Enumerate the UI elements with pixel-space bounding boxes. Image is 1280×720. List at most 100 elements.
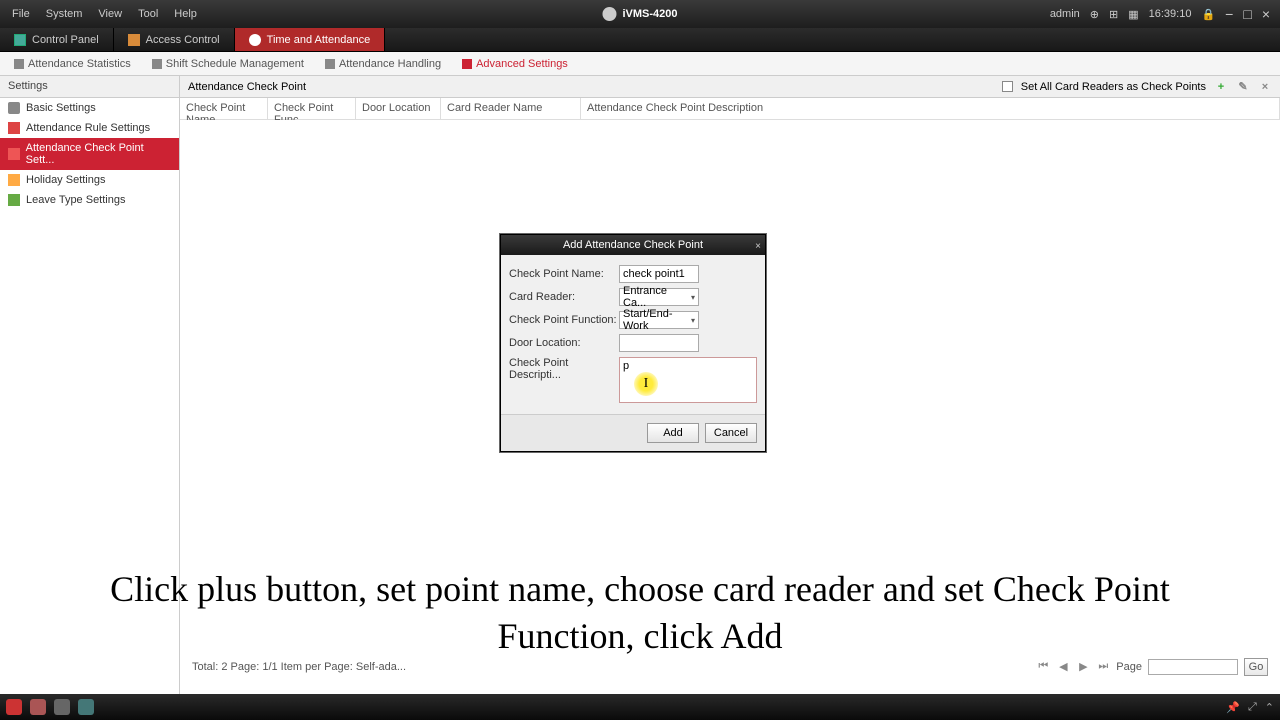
menu-file[interactable]: File [4, 4, 38, 24]
go-button[interactable]: Go [1244, 658, 1268, 676]
tab-access-control[interactable]: Access Control [114, 28, 235, 51]
first-page-button[interactable]: ⏮ [1036, 660, 1050, 674]
grid-icon [14, 34, 26, 46]
schedule-icon [152, 59, 162, 69]
menu-view[interactable]: View [90, 4, 130, 24]
taskbar-icon-3[interactable] [54, 699, 70, 715]
door-location-input[interactable] [619, 334, 699, 352]
add-checkpoint-dialog: Add Attendance Check Point × Check Point… [500, 234, 766, 452]
sub-tabs: Attendance Statistics Shift Schedule Man… [0, 52, 1280, 76]
delete-button[interactable]: × [1258, 80, 1272, 94]
menubar: File System View Tool Help iVMS-4200 adm… [0, 0, 1280, 28]
subtab-attendance-statistics[interactable]: Attendance Statistics [4, 52, 142, 75]
close-button[interactable]: × [1260, 6, 1272, 22]
panel-title: Attendance Check Point [188, 81, 1002, 93]
screen-icon[interactable]: ▦ [1126, 8, 1140, 21]
subtab-label: Attendance Handling [339, 58, 441, 70]
sidebar-item-checkpoint[interactable]: Attendance Check Point Sett... [0, 138, 179, 170]
subtab-label: Advanced Settings [476, 58, 568, 70]
pin-icon[interactable]: 📌 [1226, 701, 1240, 714]
sidebar-item-label: Basic Settings [26, 102, 96, 114]
page-input[interactable] [1148, 659, 1238, 675]
edit-button[interactable]: ✎ [1236, 80, 1250, 94]
sidebar-item-label: Attendance Check Point Sett... [26, 142, 171, 166]
main-tabs: Control Panel Access Control Time and At… [0, 28, 1280, 52]
chevron-down-icon: ▾ [691, 293, 695, 302]
sidebar-item-rule[interactable]: Attendance Rule Settings [0, 118, 179, 138]
prev-page-button[interactable]: ◀ [1056, 660, 1070, 674]
taskbar-icon-1[interactable] [6, 699, 22, 715]
door-label: Door Location: [509, 337, 619, 349]
add-button[interactable]: + [1214, 80, 1228, 94]
func-label: Check Point Function: [509, 314, 619, 326]
panel-tools: Set All Card Readers as Check Points + ✎… [1002, 80, 1272, 94]
dialog-body: Check Point Name: Card Reader:Entrance C… [501, 255, 765, 414]
menu-system[interactable]: System [38, 4, 91, 24]
cancel-button[interactable]: Cancel [705, 423, 757, 443]
subtab-shift-schedule[interactable]: Shift Schedule Management [142, 52, 315, 75]
menu-tool[interactable]: Tool [130, 4, 166, 24]
subtab-advanced-settings[interactable]: Advanced Settings [452, 52, 579, 75]
select-value: Entrance Ca... [623, 285, 691, 309]
col-reader[interactable]: Card Reader Name [441, 98, 581, 119]
collapse-icon[interactable]: ⌃ [1265, 701, 1274, 714]
clock-icon [249, 34, 261, 46]
checkpoint-name-input[interactable] [619, 265, 699, 283]
expand-icon[interactable]: ⤢ [1248, 701, 1257, 714]
stats-icon [14, 59, 24, 69]
minimize-button[interactable]: − [1223, 6, 1235, 22]
desc-label: Check Point Descripti... [509, 357, 619, 381]
chevron-down-icon: ▾ [691, 316, 695, 325]
col-func[interactable]: Check Point Func... [268, 98, 356, 119]
name-label: Check Point Name: [509, 268, 619, 280]
dialog-close-button[interactable]: × [755, 237, 761, 257]
next-page-button[interactable]: ▶ [1076, 660, 1090, 674]
reader-label: Card Reader: [509, 291, 619, 303]
menu-help[interactable]: Help [166, 4, 205, 24]
col-desc[interactable]: Attendance Check Point Description [581, 98, 1280, 119]
app-title-text: iVMS-4200 [622, 8, 677, 20]
checkpoint-function-select[interactable]: Start/End-Work▾ [619, 311, 699, 329]
taskbar-icon-2[interactable] [30, 699, 46, 715]
maximize-button[interactable]: □ [1241, 6, 1253, 22]
lock-icon[interactable]: 🔒 [1199, 8, 1217, 21]
rule-icon [8, 122, 20, 134]
grid-icon[interactable]: ⊞ [1107, 8, 1120, 21]
page-label: Page [1116, 661, 1142, 673]
tab-label: Access Control [146, 34, 220, 46]
dialog-title: Add Attendance Check Point × [501, 235, 765, 255]
sidebar-item-leave[interactable]: Leave Type Settings [0, 190, 179, 210]
sidebar-item-holiday[interactable]: Holiday Settings [0, 170, 179, 190]
user-label: admin [1048, 8, 1082, 20]
card-reader-select[interactable]: Entrance Ca...▾ [619, 288, 699, 306]
col-door[interactable]: Door Location [356, 98, 441, 119]
app-icon [602, 7, 616, 21]
dialog-title-text: Add Attendance Check Point [563, 239, 703, 251]
sidebar-item-basic[interactable]: Basic Settings [0, 98, 179, 118]
cursor-highlight: I [634, 372, 658, 396]
description-textarea[interactable]: p I [619, 357, 757, 403]
subtab-attendance-handling[interactable]: Attendance Handling [315, 52, 452, 75]
tab-time-attendance[interactable]: Time and Attendance [235, 28, 386, 51]
dialog-footer: Add Cancel [501, 414, 765, 451]
taskbar-icon-4[interactable] [78, 699, 94, 715]
set-all-checkbox[interactable] [1002, 81, 1013, 92]
subtab-label: Attendance Statistics [28, 58, 131, 70]
tab-control-panel[interactable]: Control Panel [0, 28, 114, 51]
globe-icon[interactable]: ⊕ [1088, 8, 1101, 21]
handling-icon [325, 59, 335, 69]
settings-icon [462, 59, 472, 69]
app-title: iVMS-4200 [602, 7, 677, 21]
tab-label: Time and Attendance [267, 34, 371, 46]
textarea-value: p [623, 360, 629, 372]
time-label: 16:39:10 [1147, 8, 1194, 20]
checkpoint-icon [8, 148, 20, 160]
last-page-button[interactable]: ⏭ [1096, 660, 1110, 674]
titlebar-right: admin ⊕ ⊞ ▦ 16:39:10 🔒 − □ × [1048, 6, 1276, 22]
main-header: Attendance Check Point Set All Card Read… [180, 76, 1280, 98]
add-confirm-button[interactable]: Add [647, 423, 699, 443]
select-value: Start/End-Work [623, 308, 691, 332]
taskbar: 📌 ⤢ ⌃ [0, 694, 1280, 720]
col-name[interactable]: Check Point Name [180, 98, 268, 119]
door-icon [128, 34, 140, 46]
